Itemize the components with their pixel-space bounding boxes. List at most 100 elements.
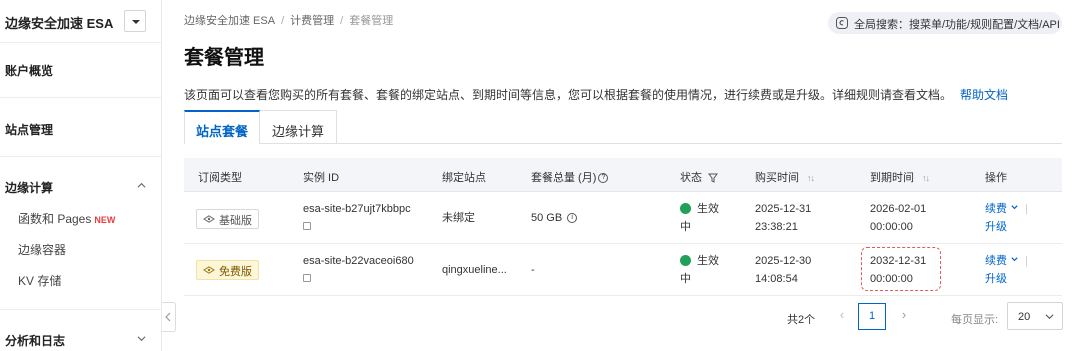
page-title: 套餐管理 bbox=[184, 47, 264, 69]
chevron-down-icon bbox=[1011, 257, 1018, 262]
table-row: 免费版 esa-site-b22vaceoi680 qingxueline...… bbox=[184, 244, 1062, 296]
column-header-quota: 套餐总量 (月)? bbox=[531, 169, 609, 185]
purchase-date: 2025-12-31 bbox=[755, 203, 812, 215]
expire-time: 00:00:00 bbox=[870, 221, 913, 233]
renew-dropdown[interactable]: 续费 | bbox=[985, 252, 1028, 270]
chevron-down-icon bbox=[1011, 205, 1018, 210]
status-text-cont: 中 bbox=[680, 273, 691, 285]
sidebar-item-edge-containers[interactable]: 边缘容器 bbox=[18, 241, 66, 258]
column-header-label: 购买时间 bbox=[755, 172, 799, 184]
column-header-label: 到期时间 bbox=[870, 172, 914, 184]
tab-site-plans[interactable]: 站点套餐 bbox=[184, 110, 260, 144]
sidebar-item-kv-storage[interactable]: KV 存储 bbox=[18, 272, 61, 289]
sort-icon[interactable]: ↑↓ bbox=[922, 173, 930, 183]
quota-value: 50 GB bbox=[531, 212, 563, 224]
renew-label: 续费 bbox=[985, 255, 1007, 267]
plan-icon bbox=[203, 266, 215, 274]
chevron-left-icon bbox=[165, 312, 171, 322]
column-header-subscription-type: 订阅类型 bbox=[198, 172, 242, 184]
sidebar-collapse-handle[interactable] bbox=[162, 302, 176, 332]
sidebar-item-functions-pages[interactable]: 函数和 Pages NEW bbox=[18, 210, 115, 227]
column-header-expire-time: 到期时间 ↑↓ bbox=[870, 169, 930, 185]
column-header-label: 套餐总量 (月) bbox=[531, 172, 597, 184]
plan-quota: 50 GB i bbox=[531, 209, 578, 227]
column-header-instance-id: 实例 ID bbox=[303, 172, 340, 184]
plan-badge: 免费版 bbox=[196, 260, 259, 280]
sidebar: 边缘安全加速 ESA 账户概览 站点管理 边缘计算 函数和 Pages NEW 边… bbox=[0, 0, 162, 351]
sidebar-divider bbox=[0, 156, 162, 157]
renew-dropdown[interactable]: 续费 | bbox=[985, 200, 1028, 218]
expire-time: 00:00:00 bbox=[870, 273, 913, 285]
column-header-bound-site: 绑定站点 bbox=[442, 172, 486, 184]
description-text: 该页面可以查看您购买的所有套餐、套餐的绑定站点、到期时间等信息，您可以根据套餐的… bbox=[184, 88, 953, 102]
help-doc-link[interactable]: 帮助文档 bbox=[960, 88, 1008, 102]
expire-date: 2026-02-01 bbox=[870, 203, 927, 215]
bound-site: 未绑定 bbox=[442, 212, 475, 224]
copy-icon[interactable] bbox=[303, 270, 311, 288]
status-text: 生效 bbox=[697, 255, 719, 267]
pagination-prev-button[interactable]: ‹ bbox=[835, 307, 849, 327]
renew-label: 续费 bbox=[985, 203, 1007, 215]
upgrade-link[interactable]: 升级 bbox=[985, 218, 1007, 236]
pagination-total: 共2个 bbox=[787, 314, 816, 326]
bound-site[interactable]: qingxueline... bbox=[442, 261, 507, 279]
sidebar-item-edge-computing[interactable]: 边缘计算 bbox=[5, 179, 53, 196]
chevron-down-icon[interactable] bbox=[137, 334, 146, 343]
new-badge: NEW bbox=[94, 215, 116, 225]
status-text-cont: 中 bbox=[680, 221, 691, 233]
column-header-purchase-time: 购买时间 ↑↓ bbox=[755, 169, 815, 185]
plan-label: 基础版 bbox=[219, 215, 252, 227]
table-row: 基础版 esa-site-b27ujt7kbbpc 未绑定 50 GB i 生效 … bbox=[184, 192, 1062, 244]
column-header-actions: 操作 bbox=[985, 172, 1007, 184]
tab-edge-computing[interactable]: 边缘计算 bbox=[260, 110, 337, 144]
upgrade-link[interactable]: 升级 bbox=[985, 270, 1007, 288]
copy-icon[interactable] bbox=[303, 218, 311, 236]
info-icon[interactable]: i bbox=[567, 213, 578, 224]
status: 生效 bbox=[680, 200, 719, 218]
column-header-status: 状态 bbox=[680, 169, 718, 185]
global-search-label: 全局搜索：搜菜单/功能/规则配置/文档/API bbox=[854, 19, 1060, 31]
plan-quota: - bbox=[531, 264, 535, 276]
purchase-time: 14:08:54 bbox=[755, 273, 798, 285]
sidebar-divider bbox=[0, 97, 162, 98]
sidebar-item-account-overview[interactable]: 账户概览 bbox=[5, 62, 53, 79]
plan-label: 免费版 bbox=[219, 266, 252, 278]
column-header-label: 状态 bbox=[680, 172, 702, 184]
sidebar-header: 边缘安全加速 ESA bbox=[0, 0, 162, 42]
pagination-page-button[interactable]: 1 bbox=[858, 303, 886, 330]
expire-date: 2032-12-31 bbox=[870, 255, 927, 267]
page-size-value: 20 bbox=[1018, 311, 1031, 323]
status-text: 生效 bbox=[697, 203, 719, 215]
page-size-label: 每页显示: bbox=[951, 314, 999, 326]
status-ok-icon bbox=[680, 203, 691, 214]
tabs-divider bbox=[337, 143, 1062, 144]
global-search-button[interactable]: 全局搜索：搜菜单/功能/规则配置/文档/API bbox=[828, 12, 1062, 34]
page-description: 该页面可以查看您购买的所有套餐、套餐的绑定站点、到期时间等信息，您可以根据套餐的… bbox=[184, 86, 1008, 103]
instance-id: esa-site-b27ujt7kbbpc bbox=[303, 203, 411, 215]
chevron-up-icon[interactable] bbox=[137, 181, 146, 190]
pagination-next-button[interactable]: › bbox=[897, 307, 911, 327]
sidebar-item-site-management[interactable]: 站点管理 bbox=[5, 121, 53, 138]
sidebar-item-analytics-logs[interactable]: 分析和日志 bbox=[5, 332, 65, 349]
breadcrumb-item[interactable]: 边缘安全加速 ESA bbox=[184, 15, 275, 27]
purchase-date: 2025-12-30 bbox=[755, 255, 812, 267]
sort-icon[interactable]: ↑↓ bbox=[807, 173, 815, 183]
breadcrumb-item[interactable]: 计费管理 bbox=[290, 15, 334, 27]
filter-icon[interactable] bbox=[708, 173, 718, 183]
status: 生效 bbox=[680, 252, 719, 270]
help-icon[interactable]: ? bbox=[598, 173, 609, 184]
instance-id: esa-site-b22vaceoi680 bbox=[303, 255, 414, 267]
product-switch-dropdown[interactable] bbox=[124, 10, 146, 32]
table-header: 订阅类型 实例 ID 绑定站点 套餐总量 (月)? 状态 购买时间 ↑↓ 到期时间… bbox=[184, 158, 1062, 192]
page-size-select[interactable]: 20 bbox=[1007, 302, 1063, 330]
plan-badge: 基础版 bbox=[196, 209, 259, 229]
sidebar-divider bbox=[0, 42, 162, 43]
status-ok-icon bbox=[680, 255, 691, 266]
breadcrumb: 边缘安全加速 ESA / 计费管理 / 套餐管理 bbox=[184, 15, 394, 27]
purchase-time: 23:38:21 bbox=[755, 221, 798, 233]
product-title: 边缘安全加速 ESA bbox=[5, 16, 114, 31]
sidebar-divider bbox=[0, 309, 162, 310]
sidebar-item-label: 函数和 Pages bbox=[18, 212, 92, 226]
search-icon bbox=[836, 17, 848, 29]
plan-icon bbox=[203, 215, 215, 223]
